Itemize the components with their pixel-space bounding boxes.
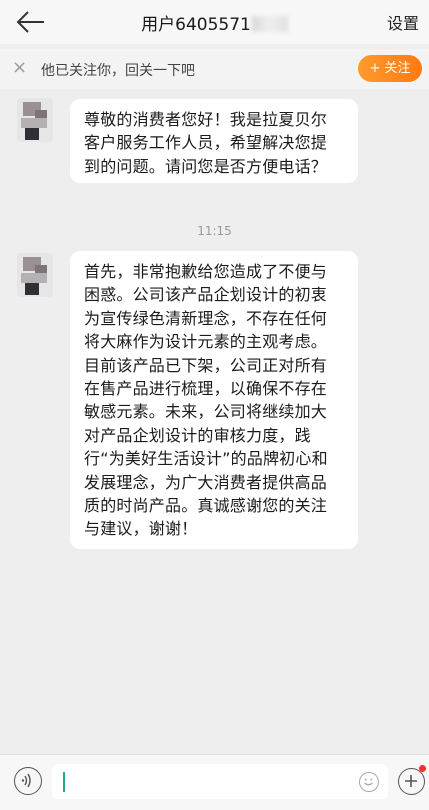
- text-caret: [63, 772, 65, 792]
- message-text: 首先，非常抱歉给您造成了不便与 困惑。公司该产品企划设计的初衷 为宣传绿色清新理…: [84, 260, 328, 541]
- avatar[interactable]: [17, 253, 53, 297]
- follow-suggestion-bar: × 他已关注你，回关一下吧 + 关注: [0, 49, 429, 89]
- message-bubble[interactable]: 尊敬的消费者您好！我是拉夏贝尔 客户服务工作人员，希望解决您提 到的问题。请问您…: [70, 99, 358, 183]
- top-bar: 用户6405571 设置: [0, 0, 429, 44]
- message-line: 行“为美好生活设计”的品牌初心和: [84, 449, 328, 469]
- chat-title: 用户6405571: [0, 10, 429, 35]
- message-input[interactable]: [52, 764, 388, 799]
- message-line: 尊敬的消费者您好！我是拉夏贝尔: [84, 110, 328, 129]
- avatar[interactable]: [17, 98, 53, 142]
- message-line: 到的问题。请问您是否方便电话？: [84, 156, 328, 176]
- follow-button[interactable]: + 关注: [358, 55, 422, 82]
- follow-hint-text: 他已关注你，回关一下吧: [41, 63, 195, 79]
- timestamp: 11:15: [197, 224, 232, 238]
- message-line: 在售产品进行梳理，以确保不存在: [84, 379, 328, 399]
- emoji-icon[interactable]: [359, 772, 379, 792]
- chat-area[interactable]: 尊敬的消费者您好！我是拉夏贝尔 客户服务工作人员，希望解决您提 到的问题。请问您…: [0, 89, 429, 754]
- message-bubble[interactable]: 首先，非常抱歉给您造成了不便与 困惑。公司该产品企划设计的初衷 为宣传绿色清新理…: [70, 251, 358, 549]
- close-icon[interactable]: ×: [12, 58, 27, 78]
- input-bar: [0, 754, 429, 810]
- message-line: 敏感元素。未来，公司将继续加大: [84, 402, 328, 422]
- plus-icon[interactable]: [398, 768, 425, 795]
- redacted-id-blur: [251, 16, 288, 32]
- message-line: 质的时尚产品。真诚感谢您的关注: [84, 496, 328, 516]
- message-line: 为宣传绿色清新理念，不存在任何: [84, 308, 328, 328]
- message-line: 客户服务工作人员，希望解决您提: [84, 133, 328, 153]
- message-line: 将大麻作为设计元素的主观考虑。: [84, 332, 328, 352]
- chat-title-text: 用户6405571: [141, 15, 251, 35]
- settings-button[interactable]: 设置: [387, 10, 419, 34]
- message-line: 与建议，谢谢！: [84, 519, 198, 539]
- message-line: 发展理念，为广大消费者提供高品: [84, 472, 328, 492]
- message-line: 目前该产品已下架，公司正对所有: [84, 355, 328, 375]
- message-line: 对产品企划设计的审核力度，践: [84, 425, 311, 445]
- message-line: 困惑。公司该产品企划设计的初衷: [84, 285, 328, 305]
- voice-icon[interactable]: [14, 767, 42, 795]
- message-line: 首先，非常抱歉给您造成了不便与: [84, 262, 328, 281]
- message-text: 尊敬的消费者您好！我是拉夏贝尔 客户服务工作人员，希望解决您提 到的问题。请问您…: [84, 108, 327, 178]
- notification-dot: [419, 765, 426, 772]
